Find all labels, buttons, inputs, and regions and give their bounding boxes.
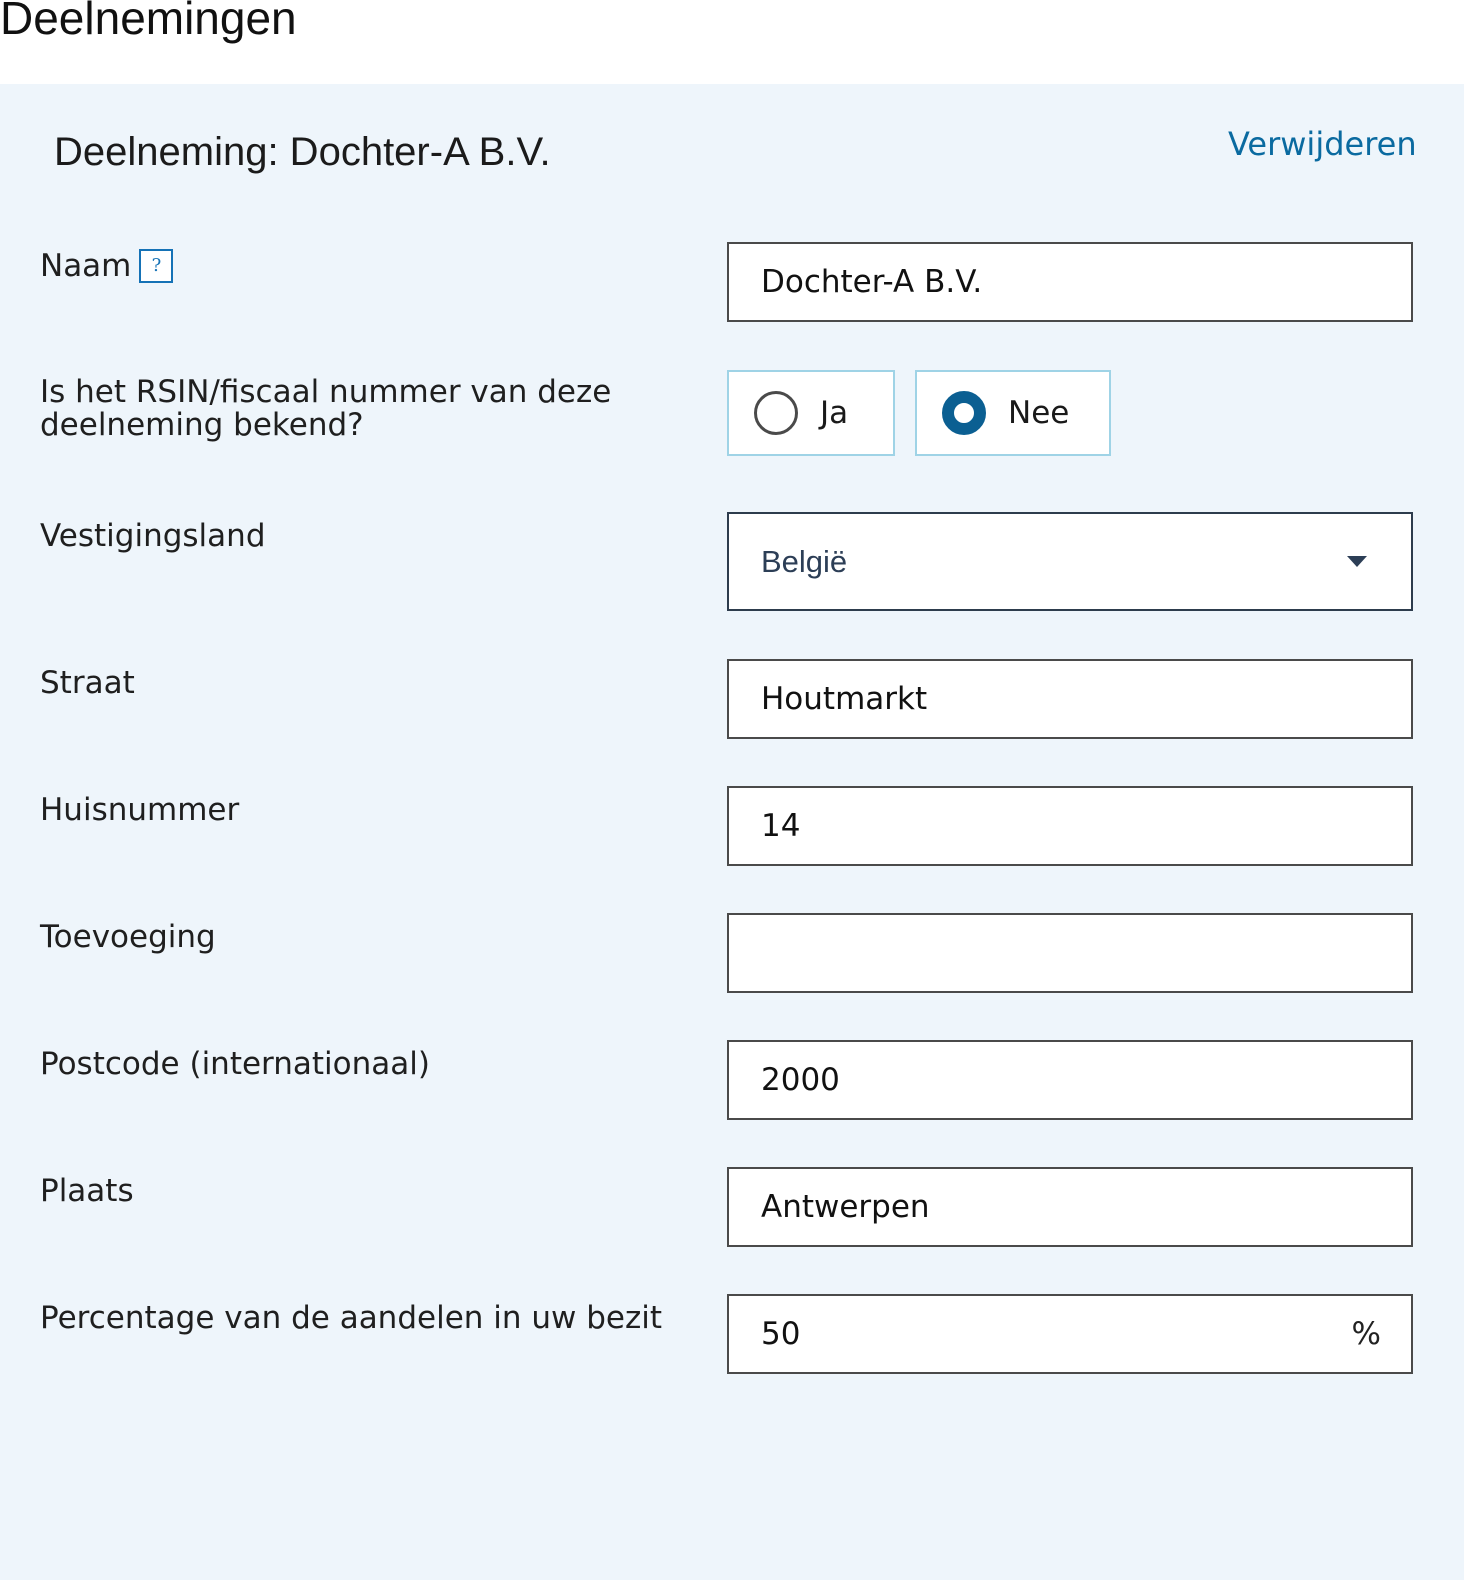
toevoeging-label: Toevoeging [40,919,216,955]
plaats-input[interactable]: Antwerpen [727,1167,1413,1247]
radio-unchecked-icon [754,391,798,435]
vestigingsland-label: Vestigingsland [40,518,266,554]
percentage-value: 50 [761,1316,801,1352]
huisnummer-input[interactable]: 14 [727,786,1413,866]
vestigingsland-select[interactable]: België [727,512,1413,611]
huisnummer-label: Huisnummer [40,792,240,828]
section-title: Deelneming: Dochter-A B.V. [54,130,551,174]
rsin-label-line1: Is het RSIN/fiscaal nummer van deze [40,374,612,410]
rsin-label-line2: deelneming bekend? [40,407,364,443]
postcode-label: Postcode (internationaal) [40,1046,430,1082]
plaats-label: Plaats [40,1173,134,1209]
percentage-suffix: % [1351,1316,1381,1352]
naam-label: Naam? [40,248,174,285]
radio-checked-icon [942,391,986,435]
straat-label: Straat [40,665,135,701]
naam-value: Dochter-A B.V. [761,264,983,300]
naam-label-text: Naam [40,248,132,284]
straat-input[interactable]: Houtmarkt [727,659,1413,739]
rsin-radio-ja[interactable]: Ja [727,370,895,456]
help-icon[interactable]: ? [139,248,174,283]
vestigingsland-value: België [761,543,848,579]
rsin-radio-nee-label: Nee [1008,395,1070,431]
percentage-label: Percentage van de aandelen in uw bezit [40,1300,663,1336]
chevron-down-icon [1347,556,1367,567]
toevoeging-input[interactable] [727,913,1413,993]
straat-value: Houtmarkt [761,681,928,717]
page-heading: Deelnemingen [0,0,297,44]
rsin-radio-ja-label: Ja [820,395,849,431]
huisnummer-value: 14 [761,808,801,844]
delete-link[interactable]: Verwijderen [1228,122,1417,166]
postcode-value: 2000 [761,1062,840,1098]
percentage-input[interactable]: 50 % [727,1294,1413,1374]
plaats-value: Antwerpen [761,1189,930,1225]
rsin-radio-nee[interactable]: Nee [915,370,1111,456]
naam-input[interactable]: Dochter-A B.V. [727,242,1413,322]
rsin-label: Is het RSIN/fiscaal nummer van deze deel… [40,376,611,442]
postcode-input[interactable]: 2000 [727,1040,1413,1120]
